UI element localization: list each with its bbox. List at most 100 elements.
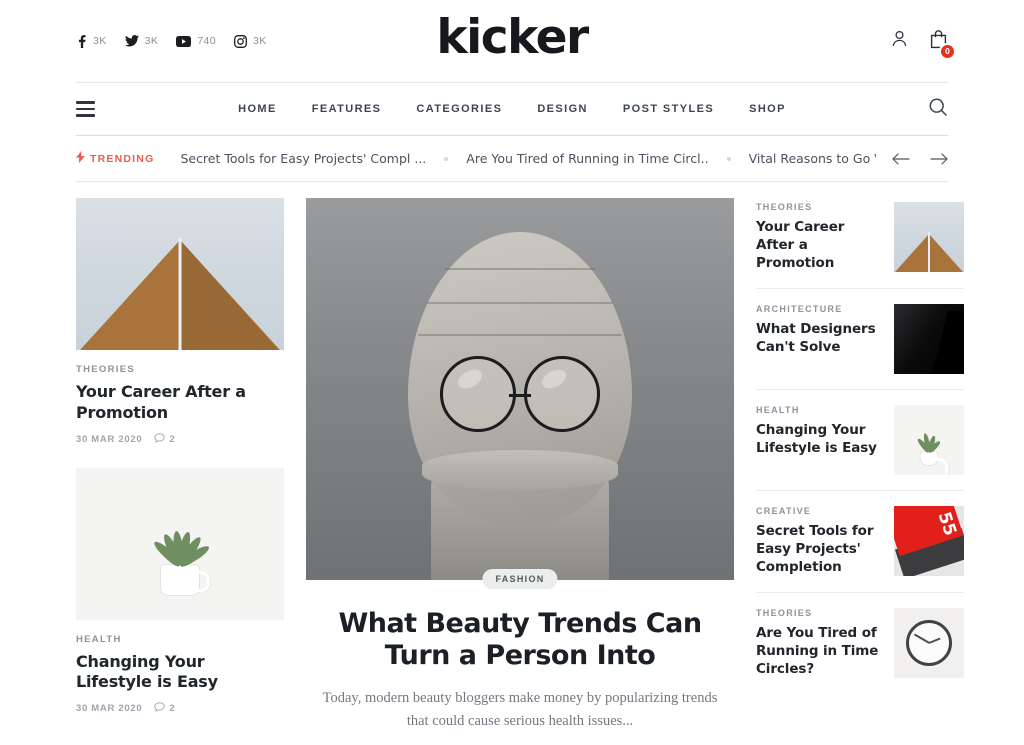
- sidebar-item-text: THEORIES Your Career After a Promotion: [756, 202, 882, 273]
- sidebar-item-category[interactable]: CREATIVE: [756, 506, 882, 516]
- social-link-instagram[interactable]: 3K: [234, 34, 267, 48]
- sidebar-thumbnail-clock[interactable]: [894, 607, 964, 678]
- comment-icon: [154, 432, 165, 446]
- arrow-left-icon[interactable]: [892, 152, 910, 165]
- comment-count: 2: [169, 433, 176, 445]
- sidebar-thumbnail-plant[interactable]: [894, 404, 964, 475]
- cloth-wrap-line: [427, 302, 613, 304]
- nav-item-post-styles[interactable]: POST STYLES: [623, 103, 714, 115]
- sidebar-item-text: CREATIVE Secret Tools for Easy Projects'…: [756, 506, 882, 577]
- featured-category-badge[interactable]: FASHION: [482, 569, 558, 589]
- top-bar: 3K 3K 740 3K kicker 0: [0, 0, 1024, 82]
- sidebar-item-title[interactable]: Changing Your Lifestyle is Easy: [756, 422, 882, 458]
- featured-image[interactable]: [306, 198, 734, 580]
- article-meta: 30 MAR 2020 2: [76, 432, 284, 446]
- list-item: THEORIES Your Career After a Promotion: [756, 198, 964, 289]
- nav-menu: HOME FEATURES CATEGORIES DESIGN POST STY…: [76, 103, 948, 115]
- nav-item-home[interactable]: HOME: [238, 103, 277, 115]
- glasses-bridge: [509, 394, 531, 397]
- mug-shape: [920, 452, 949, 475]
- clock-face-shape: [906, 619, 952, 666]
- sidebar-thumbnail-roof[interactable]: [894, 202, 964, 272]
- lightning-bolt-icon: [76, 151, 85, 166]
- list-item: ARCHITECTURE What Designers Can't Solve: [756, 289, 964, 390]
- article-thumbnail-plant[interactable]: [76, 467, 284, 620]
- hamburger-bar: [76, 101, 95, 104]
- search-icon: [928, 97, 948, 122]
- trending-item[interactable]: Secret Tools for Easy Projects' Compl ..…: [180, 151, 426, 166]
- glasses-lens-left: [440, 356, 516, 432]
- article-card: HEALTH Changing Your Lifestyle is Easy 3…: [76, 467, 284, 716]
- article-title[interactable]: Changing Your Lifestyle is Easy: [76, 652, 284, 694]
- featured-title[interactable]: What Beauty Trends Can Turn a Person Int…: [306, 608, 734, 671]
- trending-item[interactable]: Vital Reasons to Go Vegan for a Month: [749, 151, 876, 166]
- featured-excerpt: Today, modern beauty bloggers make money…: [322, 690, 718, 729]
- sidebar-item-category[interactable]: THEORIES: [756, 608, 882, 618]
- trending-item[interactable]: Are You Tired of Running in Time Circl..: [466, 151, 708, 166]
- mug-shape: [161, 565, 210, 596]
- cloth-mouth-wrap: [422, 450, 618, 490]
- trending-label: TRENDING: [76, 151, 154, 166]
- nav-item-categories[interactable]: CATEGORIES: [416, 103, 502, 115]
- article-date: 30 MAR 2020: [76, 433, 143, 445]
- sidebar-thumbnail-laptop[interactable]: 55: [894, 505, 964, 576]
- comment-count: 2: [169, 703, 176, 715]
- nav-item-shop[interactable]: SHOP: [749, 103, 786, 115]
- nav-item-design[interactable]: DESIGN: [537, 103, 588, 115]
- hamburger-bar: [76, 107, 95, 111]
- article-comments[interactable]: 2: [154, 432, 176, 446]
- page-root: 3K 3K 740 3K kicker 0 HOME FEATURES CATE…: [0, 0, 1024, 745]
- article-comments[interactable]: 2: [154, 702, 175, 715]
- main-content: THEORIES Your Career After a Promotion 3…: [76, 198, 964, 745]
- social-count-twitter: 3K: [144, 35, 159, 47]
- cloth-wrap-line: [418, 334, 622, 336]
- sidebar-article-list: THEORIES Your Career After a Promotion A…: [756, 198, 964, 745]
- article-date: 30 MAR 2020: [76, 703, 143, 715]
- sidebar-item-title[interactable]: Your Career After a Promotion: [756, 219, 882, 273]
- sidebar-item-category[interactable]: HEALTH: [756, 405, 882, 415]
- sidebar-item-category[interactable]: ARCHITECTURE: [756, 304, 882, 314]
- facebook-icon: [76, 34, 87, 48]
- social-link-youtube[interactable]: 740: [176, 35, 216, 47]
- sidebar-item-title[interactable]: Secret Tools for Easy Projects' Completi…: [756, 523, 882, 577]
- user-icon: [890, 29, 909, 53]
- trending-items: Secret Tools for Easy Projects' Compl ..…: [180, 151, 876, 166]
- sidebar-thumbnail-dark[interactable]: [894, 303, 964, 374]
- article-category[interactable]: HEALTH: [76, 634, 284, 645]
- header-actions: 0: [890, 29, 956, 60]
- social-link-twitter[interactable]: 3K: [124, 35, 159, 47]
- nav-item-features[interactable]: FEATURES: [312, 103, 382, 115]
- youtube-icon: [176, 35, 192, 47]
- arrow-right-icon[interactable]: [930, 152, 948, 165]
- list-item: HEALTH Changing Your Lifestyle is Easy: [756, 390, 964, 491]
- trending-separator-dot: [726, 156, 731, 161]
- trending-separator-dot: [444, 156, 449, 161]
- roof-ridge-shape: [928, 232, 930, 272]
- instagram-icon: [234, 34, 247, 48]
- roof-ridge-shape: [178, 238, 182, 350]
- account-button[interactable]: [890, 29, 909, 53]
- roof-shadow-shape: [182, 242, 278, 350]
- site-logo-text[interactable]: kicker: [436, 10, 589, 65]
- article-title[interactable]: Your Career After a Promotion: [76, 382, 284, 424]
- social-count-facebook: 3K: [93, 35, 107, 47]
- search-button[interactable]: [928, 97, 948, 122]
- article-category[interactable]: THEORIES: [76, 364, 284, 375]
- clock-hour-hand: [928, 637, 941, 644]
- article-thumbnail-roof[interactable]: [76, 198, 284, 350]
- cart-button[interactable]: 0: [929, 29, 956, 60]
- featured-article: FASHION What Beauty Trends Can Turn a Pe…: [306, 198, 734, 745]
- cloth-wrap-line: [445, 268, 595, 270]
- featured-image-wrap: FASHION: [306, 198, 734, 589]
- sidebar-item-text: ARCHITECTURE What Designers Can't Solve: [756, 304, 882, 357]
- sidebar-item-title[interactable]: What Designers Can't Solve: [756, 321, 882, 357]
- social-links: 3K 3K 740 3K: [76, 34, 267, 48]
- trending-bar: TRENDING Secret Tools for Easy Projects'…: [76, 136, 948, 182]
- comment-icon: [154, 702, 165, 715]
- left-article-column: THEORIES Your Career After a Promotion 3…: [76, 198, 284, 745]
- hamburger-icon[interactable]: [76, 101, 95, 117]
- article-meta: 30 MAR 2020 2: [76, 702, 284, 715]
- sidebar-item-title[interactable]: Are You Tired of Running in Time Circles…: [756, 625, 882, 679]
- social-link-facebook[interactable]: 3K: [76, 34, 107, 48]
- sidebar-item-category[interactable]: THEORIES: [756, 202, 882, 212]
